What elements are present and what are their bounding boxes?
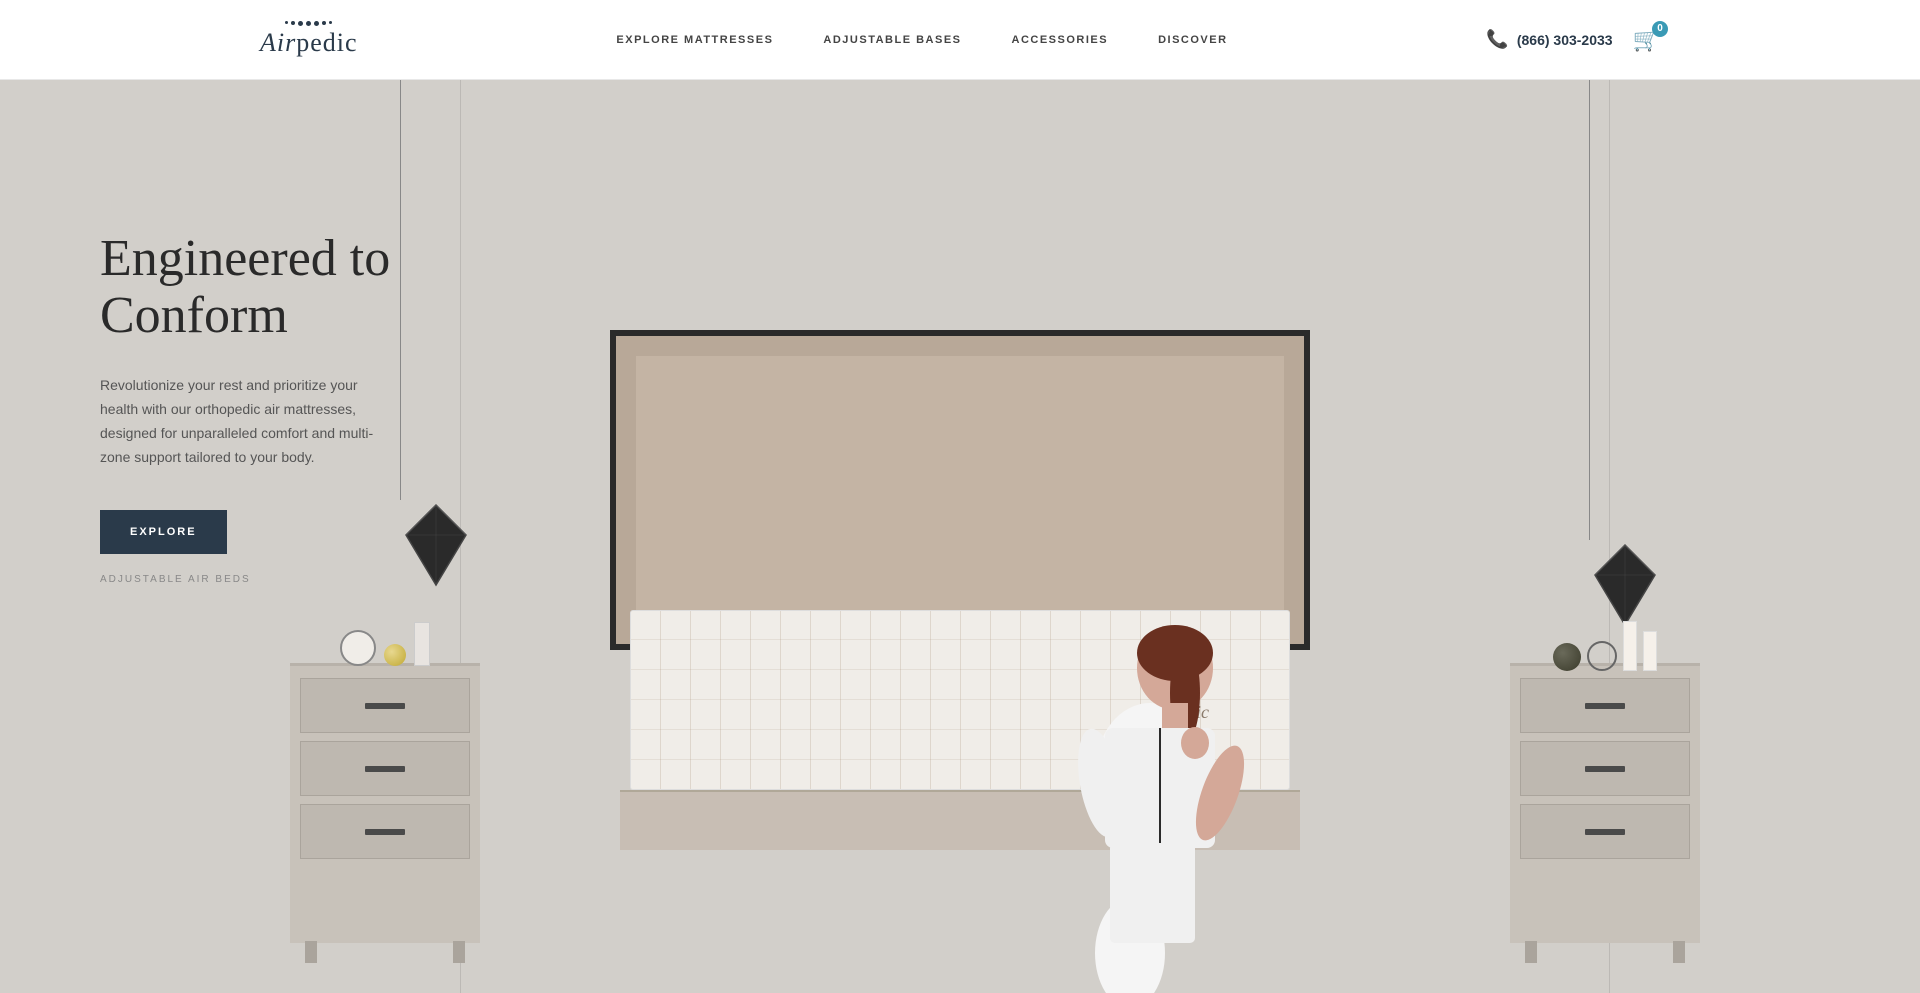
drawer-handle xyxy=(365,766,405,772)
drawer-1 xyxy=(300,678,470,733)
site-header: Airpedic EXPLORE MATTRESSES ADJUSTABLE B… xyxy=(0,0,1920,80)
table-items-left xyxy=(290,616,480,666)
cart-button[interactable]: 🛒 0 xyxy=(1633,27,1660,53)
deco-candle-tall xyxy=(1623,621,1637,671)
logo-dot xyxy=(285,21,288,24)
deco-dark-sphere xyxy=(1553,643,1581,671)
hero-section: Airpedic 1200 xyxy=(0,80,1920,993)
explore-button[interactable]: EXPLORE xyxy=(100,510,227,554)
phone-icon: 📞 xyxy=(1486,29,1508,50)
logo-dot xyxy=(322,21,326,25)
drawer-handle xyxy=(365,829,405,835)
nav-accessories[interactable]: ACCESSORIES xyxy=(1012,34,1109,46)
main-nav: EXPLORE MATTRESSES ADJUSTABLE BASES ACCE… xyxy=(616,34,1227,46)
cart-badge: 0 xyxy=(1652,21,1668,37)
logo[interactable]: Airpedic xyxy=(260,21,358,58)
drawer-handle xyxy=(365,703,405,709)
logo-dot xyxy=(314,21,319,26)
nav-discover[interactable]: DISCOVER xyxy=(1158,34,1227,46)
phone-area[interactable]: 📞 (866) 303-2033 xyxy=(1486,29,1612,50)
logo-dot xyxy=(291,21,295,25)
table-leg xyxy=(1525,941,1537,963)
table-legs xyxy=(290,941,480,963)
nav-explore-mattresses[interactable]: EXPLORE MATTRESSES xyxy=(616,34,773,46)
deco-tall xyxy=(414,622,430,666)
drawer-handle xyxy=(1585,829,1625,835)
drawer-handle xyxy=(1585,703,1625,709)
table-items-right xyxy=(1510,616,1700,671)
table-leg xyxy=(1673,941,1685,963)
hero-sub-label: ADJUSTABLE AIR BEDS xyxy=(100,574,550,585)
logo-dot xyxy=(329,21,332,24)
drawer-2 xyxy=(1520,741,1690,796)
drawer-handle xyxy=(1585,766,1625,772)
deco-candle-short xyxy=(1643,631,1657,671)
bedside-table-left xyxy=(290,663,480,943)
hero-title: Engineered to Conform xyxy=(100,230,550,344)
clock-decor xyxy=(340,630,376,666)
table-leg xyxy=(305,941,317,963)
deco-wire-sphere xyxy=(1587,641,1617,671)
nav-adjustable-bases[interactable]: ADJUSTABLE BASES xyxy=(823,34,961,46)
bedside-table-right xyxy=(1510,663,1700,943)
logo-dots xyxy=(285,21,332,26)
hero-content: Engineered to Conform Revolutionize your… xyxy=(100,230,550,585)
phone-number: (866) 303-2033 xyxy=(1517,32,1613,48)
hero-description: Revolutionize your rest and prioritize y… xyxy=(100,374,380,469)
woman-figure xyxy=(1010,573,1290,993)
logo-dot xyxy=(306,21,311,26)
logo-text: Airpedic xyxy=(260,28,358,58)
header-right: 📞 (866) 303-2033 🛒 0 xyxy=(1486,27,1660,53)
logo-dot xyxy=(298,21,303,26)
table-leg xyxy=(453,941,465,963)
drawer-1 xyxy=(1520,678,1690,733)
drawer-3 xyxy=(1520,804,1690,859)
pendant-light-right xyxy=(1589,80,1590,540)
drawer-3 xyxy=(300,804,470,859)
drawer-2 xyxy=(300,741,470,796)
deco-ball xyxy=(384,644,406,666)
table-legs xyxy=(1510,941,1700,963)
pendant-cord-right xyxy=(1589,80,1590,540)
